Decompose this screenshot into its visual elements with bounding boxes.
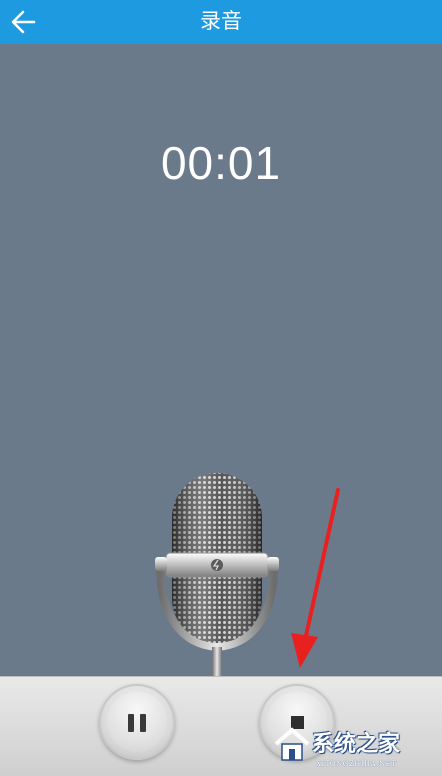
page-title: 录音 <box>200 9 242 33</box>
arrow-left-icon <box>11 10 36 34</box>
house-logo-icon <box>274 727 310 761</box>
app-bar: 录音 <box>0 0 442 44</box>
back-button[interactable] <box>6 4 42 40</box>
watermark-brand: 系统之家 <box>312 732 401 757</box>
pause-button[interactable] <box>99 684 175 760</box>
microphone-icon <box>155 473 279 680</box>
watermark: 系统之家 XITONGZHIJIA.NET <box>272 720 440 775</box>
watermark-url: XITONGZHIJIA.NET <box>316 760 397 768</box>
pause-icon <box>107 692 167 752</box>
recording-timer: 00:01 <box>160 137 282 189</box>
